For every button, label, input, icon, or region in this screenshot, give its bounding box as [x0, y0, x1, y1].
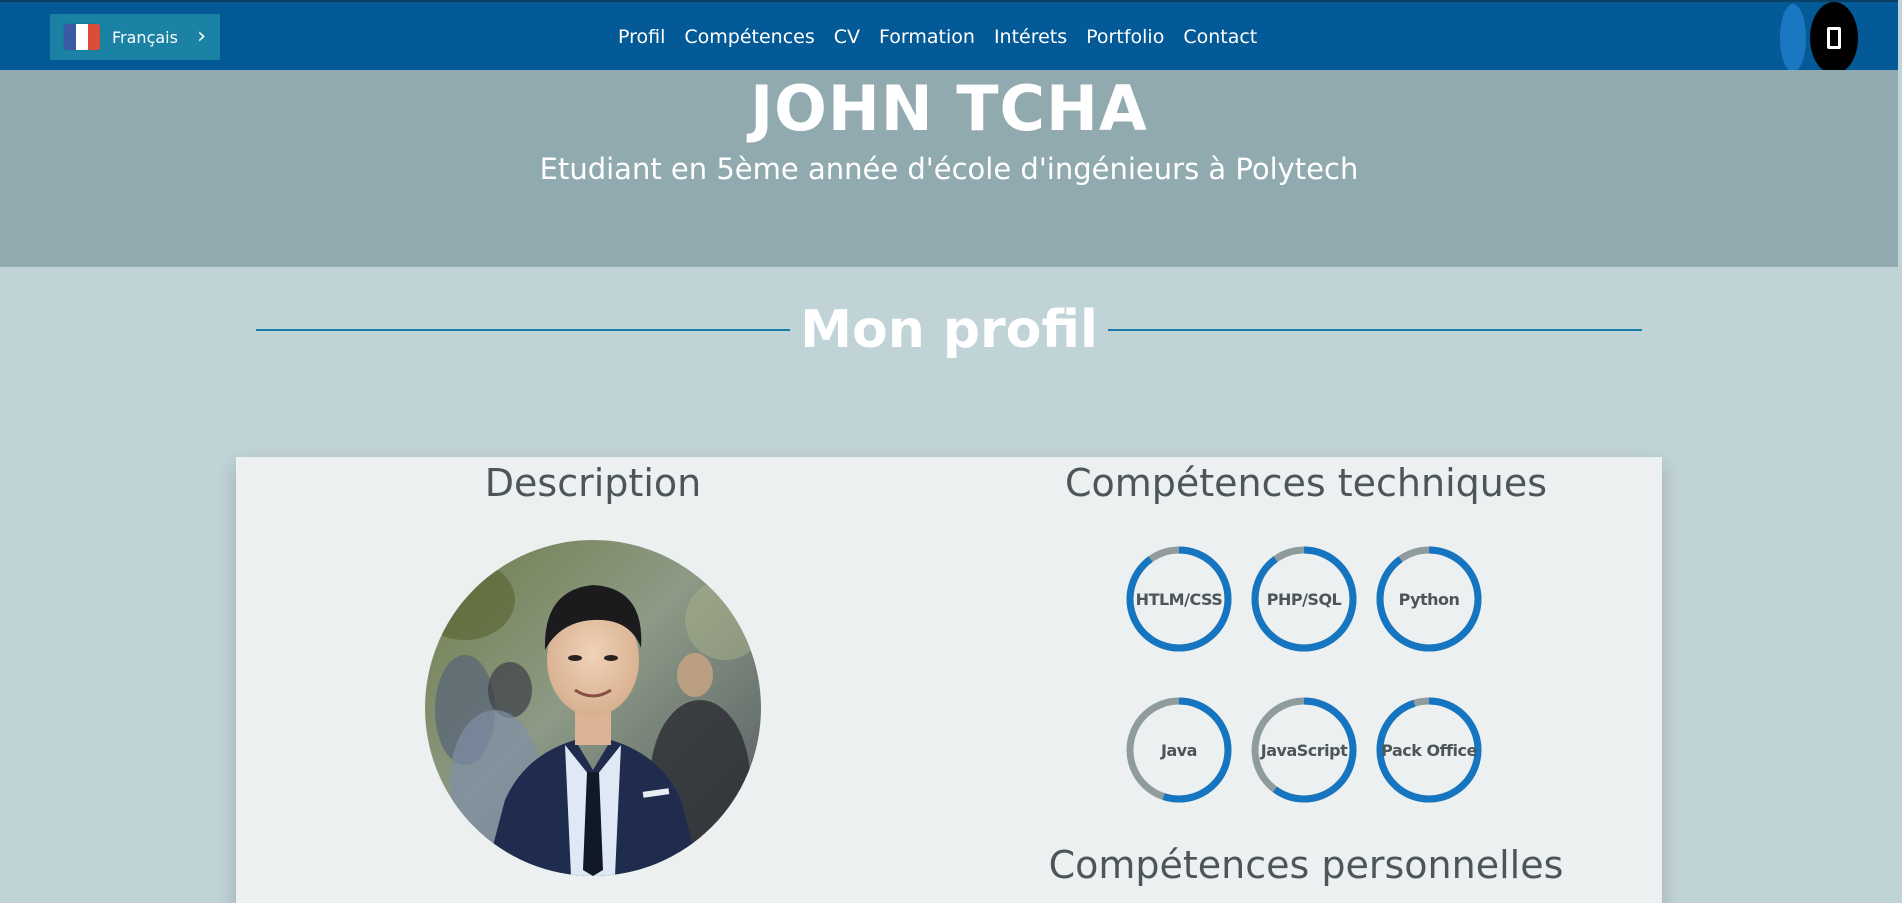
profile-section-header: Mon profil: [256, 300, 1642, 360]
language-selector[interactable]: Français ›: [50, 14, 220, 60]
right-divider: [1107, 329, 1642, 331]
hero-name: JOHN TCHA: [750, 72, 1148, 145]
skill-ring-php-sql: PHP/SQL: [1250, 545, 1358, 653]
chevron-right-icon: ›: [197, 24, 206, 49]
nav-link-cv[interactable]: CV: [834, 26, 860, 48]
skill-ring-javascript: JavaScript: [1250, 696, 1358, 804]
france-flag-icon: [64, 24, 100, 50]
nav-link-portfolio[interactable]: Portfolio: [1086, 26, 1164, 48]
mobile-view-button[interactable]: [1810, 2, 1858, 74]
hero-subtitle: Etudiant en 5ème année d'école d'ingénie…: [539, 152, 1359, 186]
skill-label: PHP/SQL: [1266, 589, 1342, 609]
hero-banner: JOHN TCHA Etudiant en 5ème année d'école…: [0, 70, 1898, 267]
description-title: Description: [484, 461, 702, 505]
nav-link-interets[interactable]: Intérets: [994, 26, 1067, 48]
profile-photo: [425, 540, 761, 876]
skill-label: HTLM/CSS: [1135, 589, 1223, 609]
skill-ring-python: Python: [1375, 545, 1483, 653]
left-divider: [256, 329, 791, 331]
skill-label: Java: [1161, 740, 1197, 760]
main-nav: Profil Compétences CV Formation Intérets…: [618, 2, 1257, 72]
language-label: Français: [112, 27, 178, 47]
top-navbar: Français › Profil Compétences CV Formati…: [0, 0, 1898, 74]
nav-link-contact[interactable]: Contact: [1183, 26, 1257, 48]
nav-link-profil[interactable]: Profil: [618, 26, 665, 48]
nav-link-formation[interactable]: Formation: [879, 26, 975, 48]
profile-card: Description Compétences techniques HTLM/…: [236, 457, 1662, 903]
skill-label: JavaScript: [1260, 740, 1348, 760]
skill-ring-htlm-css: HTLM/CSS: [1125, 545, 1233, 653]
section-title: Mon profil: [800, 300, 1098, 360]
personal-skills-title: Compétences personnelles: [1048, 843, 1564, 887]
profile-photo-illustration: [425, 540, 761, 876]
tech-skills-title: Compétences techniques: [1064, 461, 1548, 505]
skill-ring-pack-office: Pack Office: [1375, 696, 1483, 804]
mobile-phone-icon: [1827, 27, 1841, 49]
nav-link-competences[interactable]: Compétences: [684, 26, 814, 48]
skill-ring-java: Java: [1125, 696, 1233, 804]
skill-label: Pack Office: [1381, 740, 1477, 760]
skill-label: Python: [1398, 589, 1460, 609]
menu-toggle-accent: [1780, 4, 1806, 72]
